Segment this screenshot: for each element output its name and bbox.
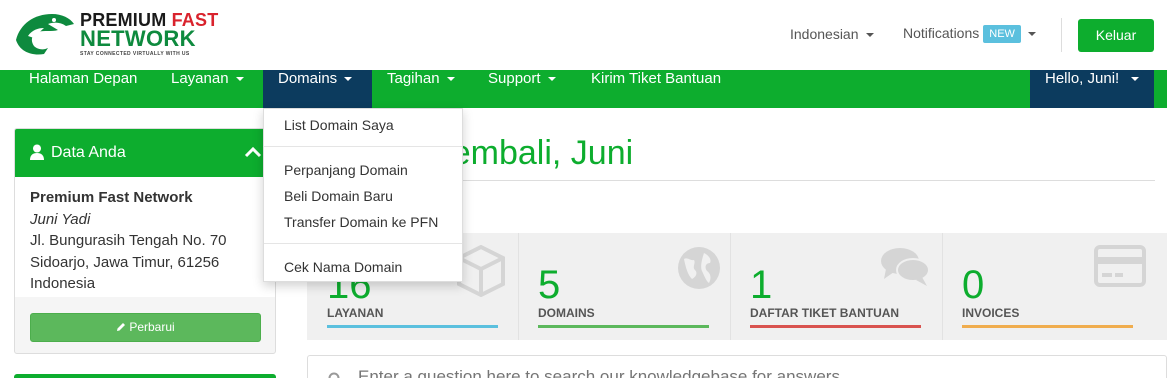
knowledgebase-search [307, 355, 1167, 378]
menu-divider [264, 243, 462, 244]
nav-domains[interactable]: Domains [263, 70, 372, 108]
panther-logo-icon [16, 14, 74, 55]
nav-billing[interactable]: Tagihan [372, 70, 470, 108]
user-icon [30, 144, 44, 160]
search-input[interactable] [358, 367, 1138, 378]
logo-subtitle: NETWORK [80, 26, 196, 51]
nav-open-ticket[interactable]: Kirim Tiket Bantuan [576, 70, 736, 108]
nav-label: Support [488, 70, 541, 87]
tile-label: DOMAINS [538, 306, 595, 320]
comments-icon [881, 248, 930, 286]
main-navbar: Halaman Depan Layanan Domains Tagihan Su… [0, 70, 1167, 108]
pencil-icon [117, 323, 126, 331]
address-line1: Jl. Bungurasih Tengah No. 70 [30, 232, 227, 249]
account-dropdown[interactable]: Hello, Juni! [1030, 70, 1154, 108]
menu-item-renew-domain[interactable]: Perpanjang Domain [284, 162, 408, 178]
menu-item-register-domain[interactable]: Beli Domain Baru [284, 188, 393, 204]
menu-item-my-domains[interactable]: List Domain Saya [284, 117, 394, 133]
notifications-dropdown[interactable]: Notifications NEW [903, 25, 1036, 44]
tile-accent-bar [962, 325, 1133, 328]
client-details-panel: Data Anda Premium Fast Network Juni Yadi… [14, 128, 276, 354]
tile-label: INVOICES [962, 306, 1020, 320]
brand-logo[interactable]: PREMIUM FAST NETWORK STAY CONNECTED VIRT… [14, 8, 224, 62]
update-button[interactable]: Perbarui [30, 313, 261, 342]
credit-card-icon [1094, 245, 1146, 287]
caret-down-icon [446, 77, 455, 82]
notifications-label: Notifications [903, 25, 980, 41]
new-badge: NEW [983, 25, 1021, 44]
panel-header[interactable]: Data Anda [15, 129, 275, 177]
language-dropdown[interactable]: Indonesian [790, 26, 874, 42]
hello-label: Hello, Juni! [1045, 70, 1120, 87]
caret-down-icon [235, 77, 244, 82]
nav-label: Halaman Depan [29, 70, 138, 87]
panel-body: Premium Fast Network Juni Yadi Jl. Bungu… [15, 177, 275, 297]
update-label: Perbarui [129, 320, 175, 334]
second-panel-header[interactable] [14, 374, 276, 378]
caret-down-icon [1131, 77, 1140, 82]
nav-support[interactable]: Support [473, 70, 571, 108]
tile-accent-bar [750, 325, 921, 328]
caret-down-icon [547, 77, 556, 82]
caret-down-icon [1027, 32, 1036, 37]
tile-domains[interactable]: 5 DOMAINS [518, 233, 730, 340]
tile-accent-bar [327, 325, 498, 328]
header-divider [1061, 18, 1062, 52]
logo-tagline: STAY CONNECTED VIRTUALLY WITH US [80, 51, 190, 57]
chevron-up-icon[interactable] [244, 146, 262, 158]
nav-label: Tagihan [387, 70, 440, 87]
nav-home[interactable]: Halaman Depan [14, 70, 152, 108]
caret-down-icon [344, 77, 353, 82]
nav-label: Layanan [171, 70, 229, 87]
tile-number: 1 [750, 263, 773, 307]
menu-item-domain-checker[interactable]: Cek Nama Domain [284, 259, 402, 275]
caret-down-icon [865, 33, 874, 38]
tile-label: DAFTAR TIKET BANTUAN [750, 306, 900, 320]
nav-services[interactable]: Layanan [156, 70, 259, 108]
search-icon [328, 372, 340, 378]
menu-item-transfer-domain[interactable]: Transfer Domain ke PFN [284, 214, 438, 230]
tile-number: 5 [538, 263, 561, 307]
nav-label: Kirim Tiket Bantuan [591, 70, 722, 87]
country: Indonesia [30, 275, 96, 292]
cube-icon [457, 245, 505, 297]
top-header: PREMIUM FAST NETWORK STAY CONNECTED VIRT… [0, 0, 1167, 70]
language-label: Indonesian [790, 26, 859, 42]
tile-invoices[interactable]: 0 INVOICES [942, 233, 1154, 340]
logout-button[interactable]: Keluar [1078, 19, 1154, 52]
tile-number: 0 [962, 263, 985, 307]
client-name: Juni Yadi [30, 210, 91, 228]
company-name: Premium Fast Network [30, 189, 193, 206]
menu-divider [264, 146, 462, 147]
globe-icon [678, 247, 720, 289]
address-line2: Sidoarjo, Jawa Timur, 61256 [30, 253, 220, 271]
domains-dropdown-menu: List Domain Saya Perpanjang Domain Beli … [263, 108, 463, 282]
nav-label: Domains [278, 70, 338, 87]
tile-label: LAYANAN [327, 306, 384, 320]
tile-tickets[interactable]: 1 DAFTAR TIKET BANTUAN [730, 233, 942, 340]
panel-title: Data Anda [51, 144, 126, 161]
tile-accent-bar [538, 325, 709, 328]
